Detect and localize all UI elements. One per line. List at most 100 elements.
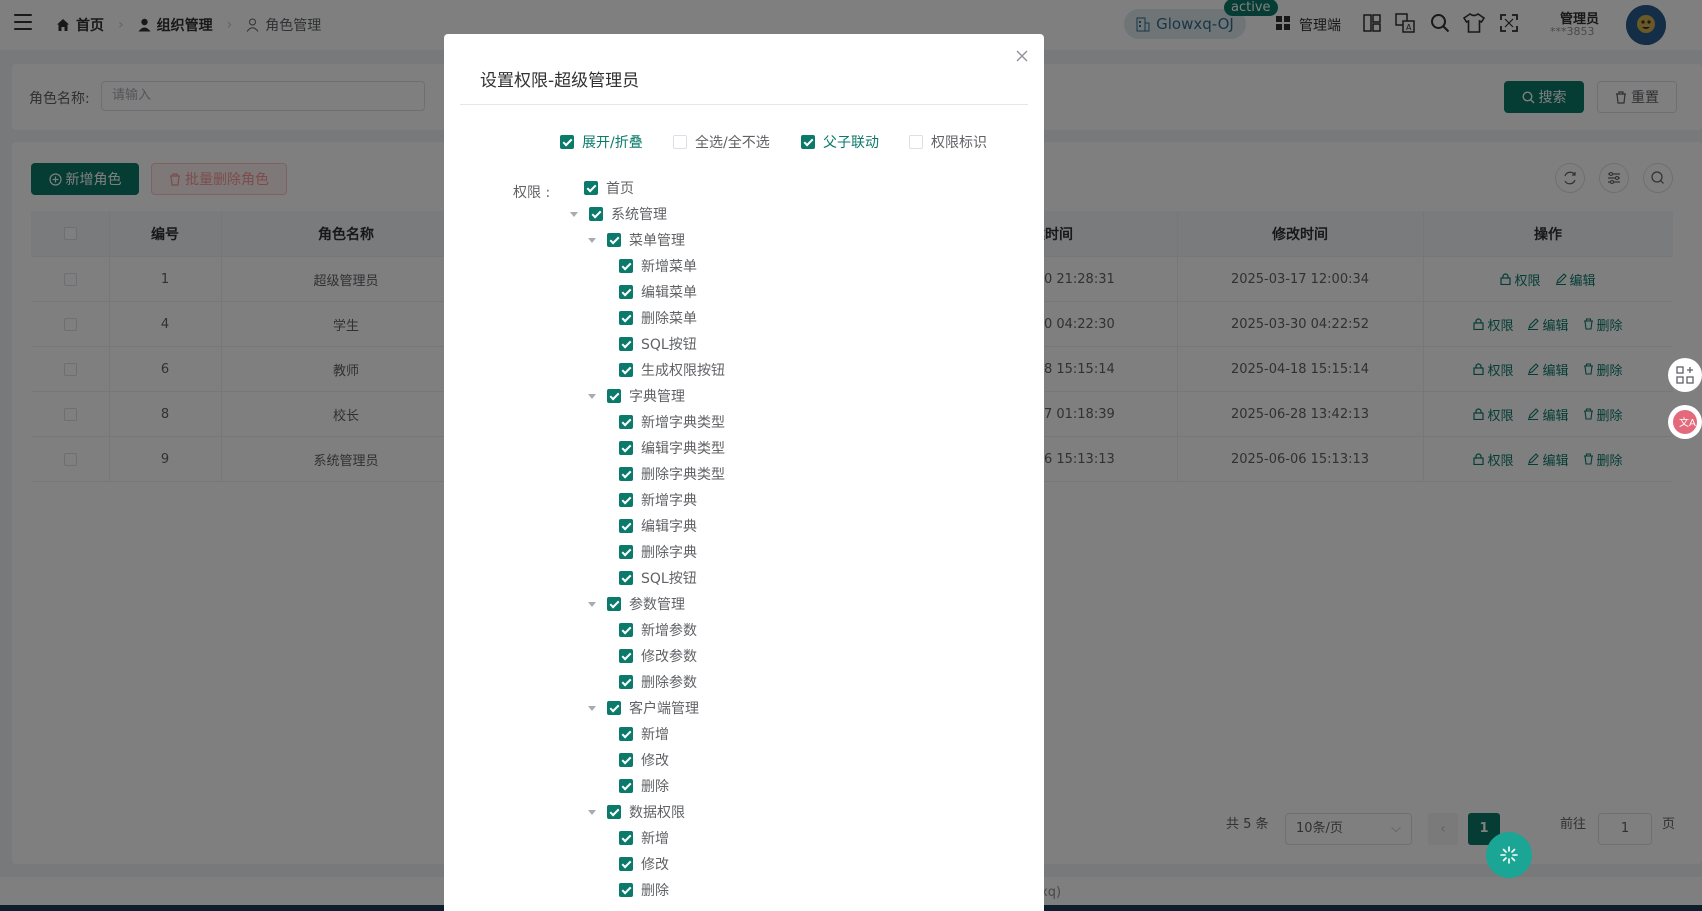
tree-node-label: SQL按钮 bbox=[641, 337, 697, 353]
tree-node-label: 编辑菜单 bbox=[641, 285, 697, 301]
option-label: 展开/折叠 bbox=[582, 135, 643, 151]
tree-checkbox[interactable] bbox=[619, 857, 633, 871]
translate-float-icon[interactable]: 文A bbox=[1668, 405, 1702, 439]
tree-node[interactable]: 新增字典类型 bbox=[619, 409, 725, 435]
tree-checkbox[interactable] bbox=[619, 337, 633, 351]
caret-down-icon[interactable] bbox=[588, 809, 596, 815]
tree-checkbox[interactable] bbox=[589, 207, 603, 221]
tree-node-label: 删除 bbox=[641, 883, 669, 899]
tree-checkbox[interactable] bbox=[607, 389, 621, 403]
permission-label: 权限 : bbox=[513, 185, 551, 201]
tree-checkbox[interactable] bbox=[619, 519, 633, 533]
tree-node-label: 新增菜单 bbox=[641, 259, 697, 275]
tree-node[interactable]: 新增参数 bbox=[619, 617, 697, 643]
tree-node[interactable]: 生成权限按钮 bbox=[619, 357, 725, 383]
tree-node-label: 数据权限 bbox=[629, 805, 685, 821]
caret-down-icon[interactable] bbox=[570, 211, 578, 217]
tree-node[interactable]: 删除字典 bbox=[619, 539, 697, 565]
tree-checkbox[interactable] bbox=[619, 649, 633, 663]
tree-checkbox[interactable] bbox=[619, 753, 633, 767]
tree-node-label: 编辑字典类型 bbox=[641, 441, 725, 457]
tree-checkbox[interactable] bbox=[619, 311, 633, 325]
tree-node-label: 删除字典类型 bbox=[641, 467, 725, 483]
tree-node[interactable]: 新增 bbox=[619, 825, 669, 851]
tree-node[interactable]: 删除 bbox=[619, 877, 669, 903]
tree-node[interactable]: SQL按钮 bbox=[619, 565, 697, 591]
loading-fab[interactable] bbox=[1486, 832, 1532, 878]
apps-float-icon[interactable] bbox=[1668, 358, 1702, 392]
tree-checkbox[interactable] bbox=[619, 415, 633, 429]
tree-checkbox[interactable] bbox=[619, 493, 633, 507]
tree-node-label: 删除 bbox=[641, 779, 669, 795]
tree-node-label: 参数管理 bbox=[629, 597, 685, 613]
tree-node-label: 新增字典 bbox=[641, 493, 697, 509]
tree-checkbox[interactable] bbox=[619, 779, 633, 793]
tree-checkbox[interactable] bbox=[584, 181, 598, 195]
option-1[interactable]: 展开/折叠 bbox=[560, 132, 643, 152]
tree-node[interactable]: 首页 bbox=[584, 175, 634, 201]
tree-checkbox[interactable] bbox=[619, 675, 633, 689]
option-label: 父子联动 bbox=[823, 135, 879, 151]
caret-down-icon[interactable] bbox=[588, 601, 596, 607]
tree-node[interactable]: 系统管理 bbox=[570, 201, 667, 227]
tree-node[interactable]: 字典管理 bbox=[588, 383, 685, 409]
tree-checkbox[interactable] bbox=[619, 727, 633, 741]
tree-node[interactable]: 新增 bbox=[619, 721, 669, 747]
caret-down-icon[interactable] bbox=[588, 393, 596, 399]
tree-checkbox[interactable] bbox=[619, 571, 633, 585]
dialog-divider bbox=[460, 104, 1028, 105]
tree-checkbox[interactable] bbox=[607, 701, 621, 715]
tree-node[interactable]: 删除 bbox=[619, 773, 669, 799]
tree-checkbox[interactable] bbox=[619, 623, 633, 637]
tree-node-label: SQL按钮 bbox=[641, 571, 697, 587]
tree-checkbox[interactable] bbox=[619, 545, 633, 559]
tree-node[interactable]: 客户端管理 bbox=[588, 695, 699, 721]
caret-down-icon[interactable] bbox=[588, 237, 596, 243]
tree-node[interactable]: 修改 bbox=[619, 851, 669, 877]
tree-node-label: 新增 bbox=[641, 727, 669, 743]
option-checkbox[interactable] bbox=[909, 135, 923, 149]
tree-node-label: 修改参数 bbox=[641, 649, 697, 665]
tree-node-label: 新增字典类型 bbox=[641, 415, 725, 431]
tree-checkbox[interactable] bbox=[619, 259, 633, 273]
tree-checkbox[interactable] bbox=[607, 597, 621, 611]
tree-node[interactable]: 菜单管理 bbox=[588, 227, 685, 253]
tree-node-label: 编辑字典 bbox=[641, 519, 697, 535]
tree-node-label: 系统管理 bbox=[611, 207, 667, 223]
tree-checkbox[interactable] bbox=[619, 831, 633, 845]
tree-node[interactable]: 删除菜单 bbox=[619, 305, 697, 331]
tree-node-label: 菜单管理 bbox=[629, 233, 685, 249]
tree-checkbox[interactable] bbox=[619, 441, 633, 455]
tree-node[interactable]: 修改 bbox=[619, 747, 669, 773]
tree-node-label: 删除菜单 bbox=[641, 311, 697, 327]
tree-node[interactable]: 修改参数 bbox=[619, 643, 697, 669]
tree-node[interactable]: 删除字典类型 bbox=[619, 461, 725, 487]
tree-node[interactable]: 编辑字典 bbox=[619, 513, 697, 539]
tree-checkbox[interactable] bbox=[619, 285, 633, 299]
option-checkbox[interactable] bbox=[560, 135, 574, 149]
tree-node[interactable]: 参数管理 bbox=[588, 591, 685, 617]
tree-checkbox[interactable] bbox=[619, 467, 633, 481]
tree-node-label: 修改 bbox=[641, 753, 669, 769]
tree-checkbox[interactable] bbox=[607, 233, 621, 247]
option-checkbox[interactable] bbox=[673, 135, 687, 149]
tree-checkbox[interactable] bbox=[607, 805, 621, 819]
tree-checkbox[interactable] bbox=[619, 363, 633, 377]
tree-node[interactable]: 新增菜单 bbox=[619, 253, 697, 279]
option-checkbox[interactable] bbox=[801, 135, 815, 149]
tree-node[interactable]: 编辑菜单 bbox=[619, 279, 697, 305]
tree-node[interactable]: 数据权限 bbox=[588, 799, 685, 825]
option-4[interactable]: 权限标识 bbox=[909, 132, 987, 152]
tree-checkbox[interactable] bbox=[619, 883, 633, 897]
option-2[interactable]: 全选/全不选 bbox=[673, 132, 770, 152]
option-3[interactable]: 父子联动 bbox=[801, 132, 879, 152]
tree-node-label: 删除字典 bbox=[641, 545, 697, 561]
tree-node[interactable]: 删除参数 bbox=[619, 669, 697, 695]
close-icon[interactable] bbox=[1015, 49, 1029, 63]
caret-down-icon[interactable] bbox=[588, 705, 596, 711]
tree-node-label: 修改 bbox=[641, 857, 669, 873]
tree-node[interactable]: SQL按钮 bbox=[619, 331, 697, 357]
tree-node[interactable]: 新增字典 bbox=[619, 487, 697, 513]
tree-node-label: 首页 bbox=[606, 181, 634, 197]
tree-node[interactable]: 编辑字典类型 bbox=[619, 435, 725, 461]
